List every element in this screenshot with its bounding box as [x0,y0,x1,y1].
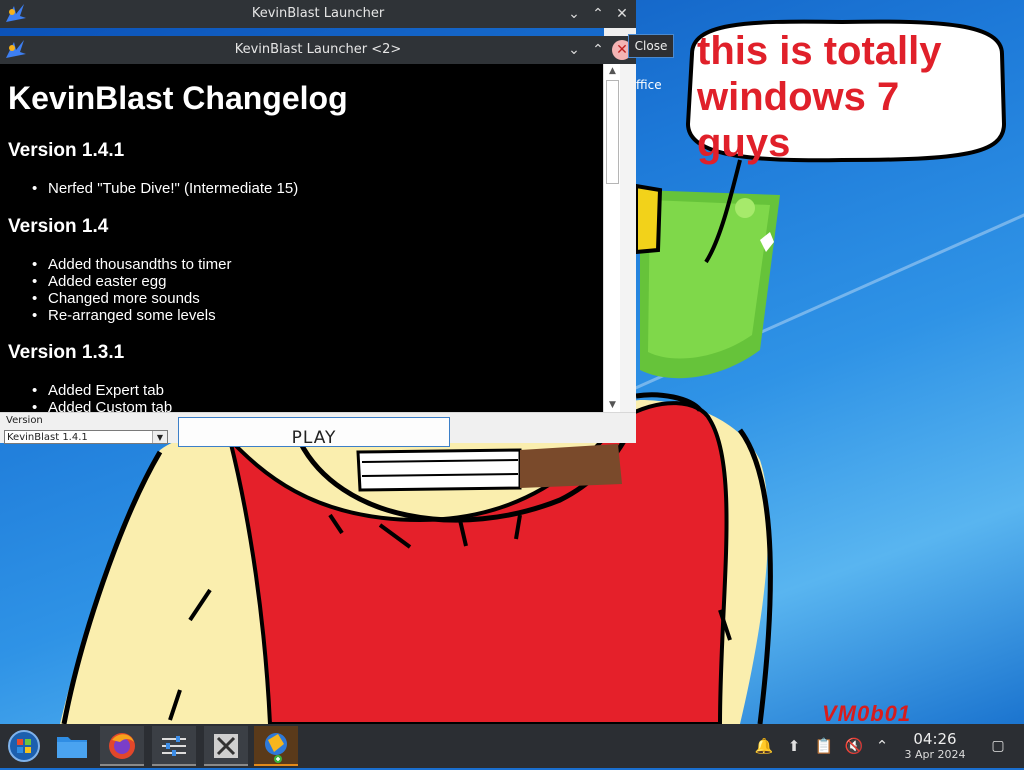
version-items: Nerfed "Tube Dive!" (Intermediate 15) [32,180,298,197]
x-app-icon [214,734,238,758]
volume-muted-icon[interactable]: 🔇 [844,736,864,756]
play-button[interactable]: PLAY [178,417,450,447]
clock-time[interactable]: 04:26 [905,730,965,748]
changelog-heading: KevinBlast Changelog [8,80,348,116]
close-icon[interactable]: ✕ [612,4,632,24]
chevron-up-icon[interactable]: ⌃ [872,736,892,756]
maximize-icon[interactable]: ⌃ [588,40,608,60]
version-items: Added Expert tab Added Custom tab [32,382,172,412]
clock-date[interactable]: 3 Apr 2024 [897,748,973,761]
taskbar: 🔔 ⬆ 📋 🔇 ⌃ ▢ [0,724,1024,768]
list-item: Added Custom tab [32,399,172,412]
version-heading: Version 1.4.1 [8,140,125,161]
list-item: Added Expert tab [32,382,172,399]
list-item: Nerfed "Tube Dive!" (Intermediate 15) [32,180,298,197]
maximize-icon[interactable]: ⌃ [588,4,608,24]
front-window-title: KevinBlast Launcher <2> [234,42,402,57]
minimize-icon[interactable]: ⌄ [564,40,584,60]
watermark-text: VM0b01 [822,701,912,724]
start-orb-icon [8,730,40,762]
changelog-view[interactable]: KevinBlast Changelog Version 1.4.1 Nerfe… [0,64,603,412]
version-heading: Version 1.4 [8,216,109,237]
launcher-controls: Version KevinBlast 1.4.1 ▼ PLAY [0,412,636,447]
desktop-icon-label[interactable]: ffice [636,78,662,92]
kevinblast-app-icon [265,733,287,763]
updates-icon[interactable]: ⬆ [784,736,804,756]
list-item: Added easter egg [32,273,231,290]
back-window[interactable]: KevinBlast Launcher ⌄ ⌃ ✕ [0,0,636,28]
clipboard-icon[interactable]: 📋 [814,736,834,756]
version-select-value: KevinBlast 1.4.1 [7,432,88,443]
scroll-down-icon[interactable]: ▼ [604,398,621,412]
version-select[interactable]: KevinBlast 1.4.1 ▼ [4,430,168,444]
list-item: Added thousandths to timer [32,256,231,273]
sliders-icon [162,736,186,756]
front-window[interactable]: KevinBlast Launcher <2> ⌄ ⌃ ✕ KevinBlast… [0,36,636,447]
minimize-icon[interactable]: ⌄ [564,4,584,24]
list-item: Re-arranged some levels [32,307,231,324]
version-heading: Version 1.3.1 [8,342,125,363]
changelog-scrollbar[interactable]: ▲ ▼ [603,64,621,412]
scrollbar-thumb[interactable] [606,80,619,184]
version-label: Version [6,415,43,426]
speech-bubble-text: this is totally windows 7 guys [697,29,942,165]
front-window-titlebar[interactable]: KevinBlast Launcher <2> ⌄ ⌃ ✕ [0,36,636,64]
taskbar-file-manager[interactable] [50,726,94,766]
taskbar-settings[interactable] [152,726,196,766]
chevron-down-icon[interactable]: ▼ [152,431,167,443]
start-button[interactable] [2,726,46,766]
back-window-title: KevinBlast Launcher [251,6,385,21]
firefox-icon [109,733,135,759]
notifications-icon[interactable]: 🔔 [754,736,774,756]
taskbar-firefox[interactable] [100,726,144,766]
list-item: Changed more sounds [32,290,231,307]
show-desktop-icon[interactable]: ▢ [988,736,1008,756]
close-tooltip: Close [628,34,674,58]
back-window-titlebar[interactable]: KevinBlast Launcher ⌄ ⌃ ✕ [0,0,636,28]
scroll-up-icon[interactable]: ▲ [604,64,621,78]
right-pane [620,64,636,412]
folder-icon [57,737,87,758]
taskbar-kevinblast-launcher[interactable] [254,726,298,766]
taskbar-x-app[interactable] [204,726,248,766]
version-items: Added thousandths to timer Added easter … [32,256,231,324]
